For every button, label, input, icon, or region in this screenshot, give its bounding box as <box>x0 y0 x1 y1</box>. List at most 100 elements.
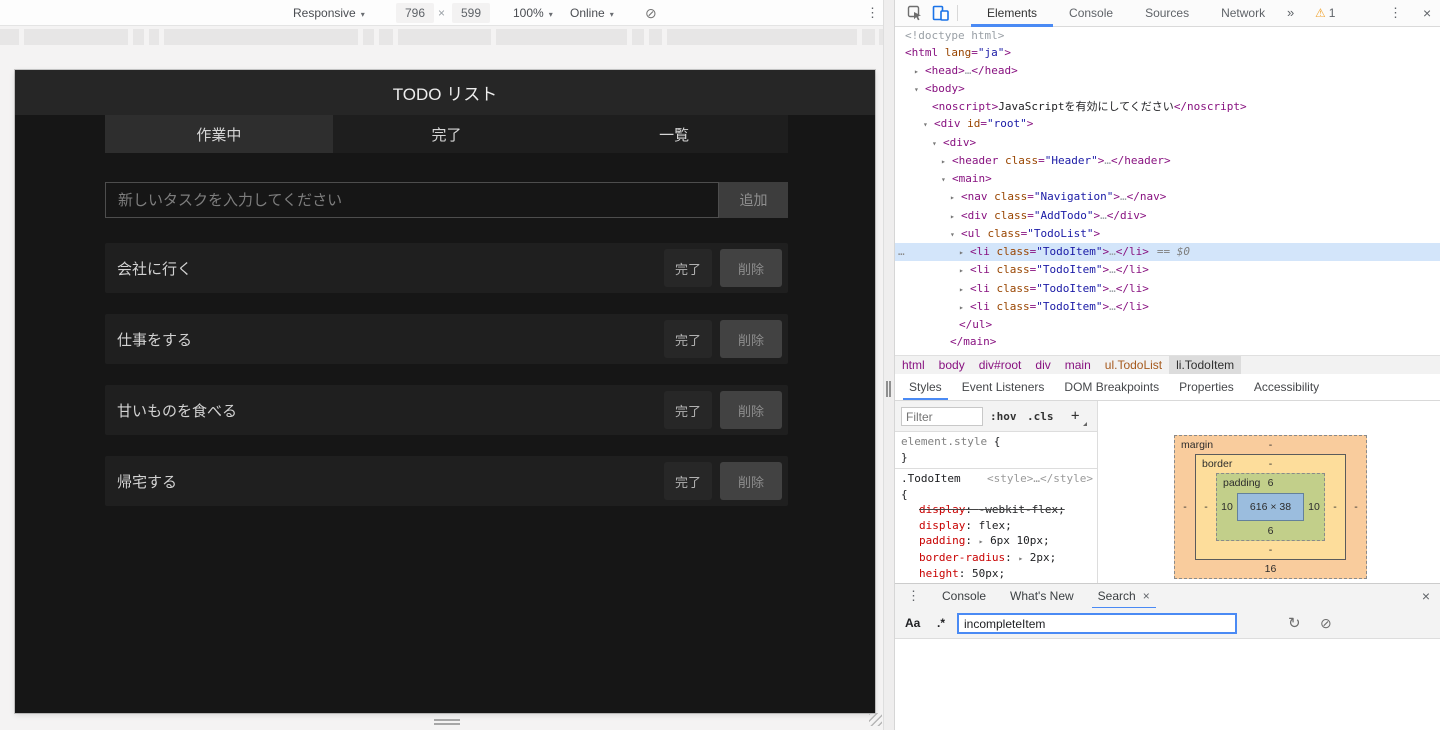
box-model-diagram[interactable]: margin - - border - - padding 6 10 616 × 38… <box>1174 435 1367 579</box>
collapse-arrow-icon[interactable]: ▾ <box>923 116 934 133</box>
sidebar-tab-properties[interactable]: Properties <box>1169 374 1244 400</box>
expand-arrow-icon[interactable]: ▸ <box>959 299 970 316</box>
app-tab-0[interactable]: 作業中 <box>105 115 333 153</box>
devtools-menu-icon[interactable]: ⋮ <box>1389 0 1402 26</box>
viewport-width-input[interactable]: 796 <box>396 3 435 23</box>
sidebar-tab-event-listeners[interactable]: Event Listeners <box>952 374 1055 400</box>
collapse-arrow-icon[interactable]: ▾ <box>914 81 925 98</box>
clear-icon[interactable]: ⊘ <box>1320 608 1332 639</box>
app-tab-2[interactable]: 一覧 <box>560 115 789 153</box>
throttle-off-icon[interactable]: ⊘ <box>645 0 657 26</box>
devtools-close-icon[interactable]: × <box>1423 0 1431 26</box>
match-case-button[interactable]: Aa <box>905 608 920 639</box>
expand-shorthand-icon[interactable]: ▸ <box>1018 554 1023 563</box>
regex-button[interactable]: .* <box>937 608 945 639</box>
tree-node[interactable]: ▸ <div class="AddTodo">…</div> <box>895 207 1440 225</box>
devtools-tab-sources[interactable]: Sources <box>1129 0 1205 27</box>
expand-shorthand-icon[interactable]: ▸ <box>979 537 984 546</box>
app-tab-1[interactable]: 完了 <box>332 115 561 153</box>
styles-filter-input[interactable] <box>901 407 983 426</box>
delete-button[interactable]: 削除 <box>720 320 782 358</box>
complete-button[interactable]: 完了 <box>664 249 712 287</box>
breadcrumb-ul-todolist[interactable]: ul.TodoList <box>1098 356 1169 375</box>
collapse-arrow-icon[interactable]: ▾ <box>950 226 961 243</box>
drawer-tab-what-s-new[interactable]: What's New <box>998 584 1086 609</box>
css-property[interactable]: height: 50px; <box>895 566 1097 582</box>
tree-node[interactable]: ▸ <li class="TodoItem">…</li> <box>895 261 1440 279</box>
new-task-input[interactable] <box>105 182 719 218</box>
tree-node[interactable]: </main> <box>895 333 1440 350</box>
tree-node[interactable]: <noscript>JavaScriptを有効にしてください</noscript… <box>895 98 1440 115</box>
breadcrumb-div-root[interactable]: div#root <box>972 356 1029 375</box>
expand-arrow-icon[interactable]: ▸ <box>914 63 925 80</box>
viewport-height-input[interactable]: 599 <box>452 3 491 23</box>
expand-arrow-icon[interactable]: ▸ <box>941 153 952 170</box>
drawer-tab-search[interactable]: Search × <box>1086 584 1162 609</box>
breadcrumb-body[interactable]: body <box>932 356 972 375</box>
drawer-menu-icon[interactable]: ⋮ <box>895 588 930 604</box>
tree-node[interactable]: ▾ <body> <box>895 80 1440 98</box>
toggle-hover-state-button[interactable]: :hov <box>990 401 1017 432</box>
devtools-tab-elements[interactable]: Elements <box>971 0 1054 27</box>
tree-node[interactable]: ▸ <li class="TodoItem">…</li> <box>895 280 1440 298</box>
delete-button[interactable]: 削除 <box>720 391 782 429</box>
breadcrumb-div[interactable]: div <box>1028 356 1057 375</box>
warning-badge[interactable]: ⚠ 1 <box>1315 0 1335 26</box>
devtools-tab-network[interactable]: Network <box>1205 0 1281 27</box>
breadcrumb-html[interactable]: html <box>895 356 932 375</box>
collapse-arrow-icon[interactable]: ▾ <box>932 135 943 152</box>
delete-button[interactable]: 削除 <box>720 462 782 500</box>
device-toolbar-menu-icon[interactable]: ⋮ <box>866 0 879 26</box>
complete-button[interactable]: 完了 <box>664 320 712 358</box>
drawer-tab-console[interactable]: Console <box>930 584 998 609</box>
tree-node[interactable]: ▸ <nav class="Navigation">…</nav> <box>895 188 1440 206</box>
tree-node[interactable]: ▾ <div id="root"> <box>895 115 1440 133</box>
expand-arrow-icon[interactable]: ▸ <box>959 281 970 298</box>
refresh-icon[interactable]: ↻ <box>1288 608 1301 639</box>
sidebar-tab-styles[interactable]: Styles <box>899 374 952 400</box>
drawer-close-icon[interactable]: × <box>1422 584 1430 609</box>
breadcrumb-li-todoitem[interactable]: li.TodoItem <box>1169 355 1242 375</box>
expand-arrow-icon[interactable]: ▸ <box>959 244 970 261</box>
add-task-button[interactable]: 追加 <box>719 182 788 218</box>
toggle-class-button[interactable]: .cls <box>1027 401 1054 432</box>
device-mode-select[interactable]: Responsive ▾ <box>293 0 365 26</box>
viewport-resize-handle-corner[interactable] <box>869 713 882 726</box>
css-property[interactable]: padding: ▸ 6px 10px; <box>895 533 1097 550</box>
expand-arrow-icon[interactable]: ▸ <box>959 262 970 279</box>
tree-node[interactable]: ▸ <header class="Header">…</header> <box>895 152 1440 170</box>
sidebar-tab-accessibility[interactable]: Accessibility <box>1244 374 1329 400</box>
viewport-resize-handle-bottom[interactable] <box>434 719 460 725</box>
devtools-tab-console[interactable]: Console <box>1053 0 1129 27</box>
expand-arrow-icon[interactable]: ▸ <box>950 189 961 206</box>
tree-node[interactable]: … ▸ <li class="TodoItem">…</li> == $0 <box>895 243 1440 262</box>
tree-node[interactable]: ▸ <head>…</head> <box>895 62 1440 80</box>
tree-node[interactable]: </ul> <box>895 316 1440 333</box>
sidebar-tab-dom-breakpoints[interactable]: DOM Breakpoints <box>1054 374 1169 400</box>
css-property[interactable]: display: flex; <box>895 518 1097 534</box>
complete-button[interactable]: 完了 <box>664 391 712 429</box>
inspect-element-icon[interactable] <box>907 5 923 24</box>
expand-arrow-icon[interactable]: ▸ <box>950 208 961 225</box>
tree-node[interactable]: <html lang="ja"> <box>895 44 1440 61</box>
tree-node[interactable]: ▾ <ul class="TodoList"> <box>895 225 1440 243</box>
breadcrumb-main[interactable]: main <box>1058 356 1098 375</box>
new-style-rule-button[interactable]: + <box>1071 401 1079 432</box>
devtools-pane-divider[interactable] <box>883 0 895 730</box>
tab-close-icon[interactable]: × <box>1143 589 1150 603</box>
tree-node[interactable]: ▸ <li class="TodoItem">…</li> <box>895 298 1440 316</box>
delete-button[interactable]: 削除 <box>720 249 782 287</box>
complete-button[interactable]: 完了 <box>664 462 712 500</box>
css-property[interactable]: display: -webkit-flex; <box>895 502 1097 518</box>
toggle-device-toolbar-icon[interactable] <box>932 5 949 24</box>
style-rule-element[interactable]: element.style { } <box>895 432 1097 469</box>
search-input[interactable] <box>957 613 1237 634</box>
style-rule-origin[interactable]: <style>…</style> <box>987 471 1097 487</box>
tree-node[interactable]: ▾ <div> <box>895 134 1440 152</box>
tree-node[interactable]: ▾ <main> <box>895 170 1440 188</box>
style-rule-todoitem[interactable]: <style>…</style> .TodoItem { display: -we… <box>895 469 1097 583</box>
more-tabs-icon[interactable]: » <box>1287 0 1294 26</box>
css-property[interactable]: border-radius: ▸ 2px; <box>895 550 1097 567</box>
collapse-arrow-icon[interactable]: ▾ <box>941 171 952 188</box>
tree-node[interactable]: <!doctype html> <box>895 27 1440 44</box>
